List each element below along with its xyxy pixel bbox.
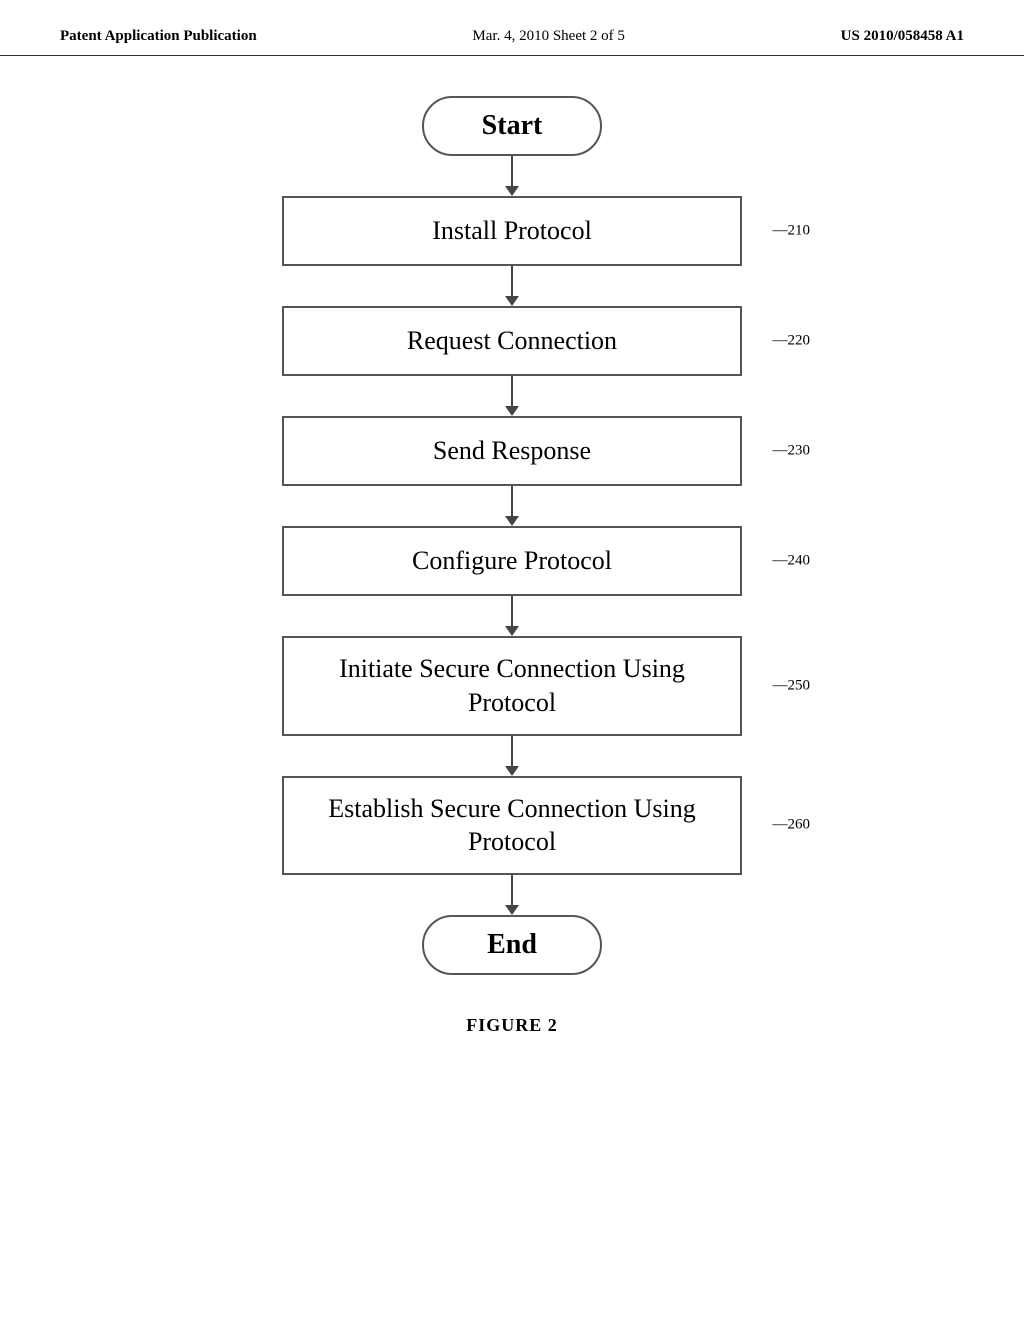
ref-260: —260 [773,816,811,836]
arrow-3 [505,376,519,416]
step-220-box: Request Connection —220 [282,306,742,376]
start-oval: Start [422,96,602,156]
step-240-label: Configure Protocol [412,546,612,575]
arrow-head [505,626,519,636]
arrow-head [505,406,519,416]
arrow-head [505,516,519,526]
arrow-line [511,266,513,296]
step-210-box: Install Protocol —210 [282,196,742,266]
ref-220: —220 [773,333,811,350]
arrow-line [511,736,513,766]
main-content: Start Install Protocol —210 Request Conn… [0,56,1024,1066]
arrow-head [505,186,519,196]
step-250-box: Initiate Secure Connection Using Protoco… [282,636,742,736]
ref-240: —240 [773,553,811,570]
arrow-6 [505,736,519,776]
arrow-head [505,296,519,306]
arrow-head [505,766,519,776]
step-250-label: Initiate Secure Connection Using Protoco… [339,654,685,717]
ref-210: —210 [773,223,811,240]
arrow-head [505,905,519,915]
step-230-box: Send Response —230 [282,416,742,486]
arrow-5 [505,596,519,636]
arrow-line [511,596,513,626]
step-210-label: Install Protocol [432,216,592,245]
step-260-box: Establish Secure Connection Using Protoc… [282,776,742,876]
arrow-1 [505,156,519,196]
ref-250: —250 [773,676,811,696]
arrow-4 [505,486,519,526]
flowchart: Start Install Protocol —210 Request Conn… [212,96,812,975]
step-220-label: Request Connection [407,326,617,355]
step-260-label: Establish Secure Connection Using Protoc… [328,794,696,857]
arrow-line [511,376,513,406]
figure-caption: FIGURE 2 [466,1015,558,1036]
page-header: Patent Application Publication Mar. 4, 2… [0,0,1024,56]
patent-number-label: US 2010/058458 A1 [841,28,964,45]
step-240-box: Configure Protocol —240 [282,526,742,596]
arrow-2 [505,266,519,306]
step-230-label: Send Response [433,436,591,465]
arrow-line [511,875,513,905]
publication-label: Patent Application Publication [60,28,257,45]
arrow-line [511,486,513,516]
end-oval: End [422,915,602,975]
arrow-line [511,156,513,186]
date-sheet-label: Mar. 4, 2010 Sheet 2 of 5 [472,28,624,45]
arrow-7 [505,875,519,915]
ref-230: —230 [773,443,811,460]
